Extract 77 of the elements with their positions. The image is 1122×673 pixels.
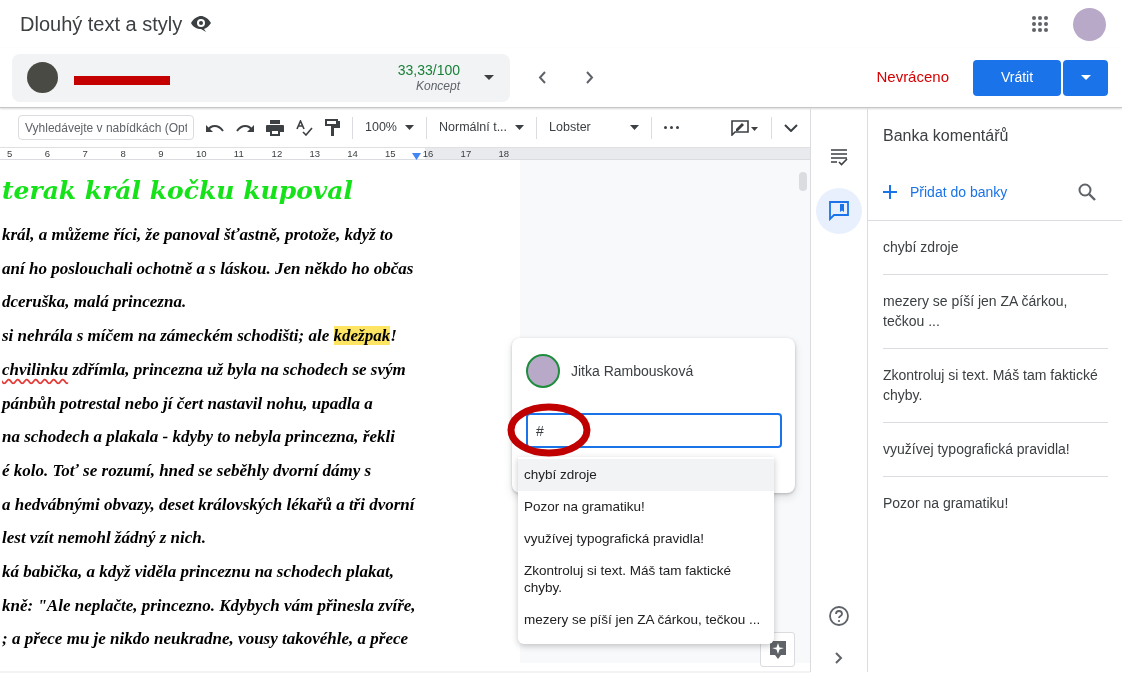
- comment-edit-icon[interactable]: [731, 119, 760, 136]
- ruler-number: 18: [498, 148, 509, 160]
- spellcheck-icon[interactable]: [296, 119, 313, 136]
- ruler-number: 11: [233, 148, 244, 160]
- text-line: ká babička, a když viděla princeznu na schodech plakat,: [2, 561, 395, 584]
- caret-icon: [515, 125, 525, 130]
- chevron-right-icon[interactable]: [835, 652, 843, 664]
- student-card[interactable]: 33,33/100 Koncept: [12, 53, 510, 102]
- commenter-name: Jitka Rambousková: [571, 361, 694, 381]
- text-line: dceruška, malá princezna.: [2, 291, 188, 314]
- ruler-number: 5: [7, 148, 13, 160]
- document-title: Dlouhý text a styly: [20, 12, 183, 37]
- suggestion-item[interactable]: mezery se píší jen ZA čárkou, tečkou ...: [518, 604, 774, 636]
- bank-comment[interactable]: chybí zdroje: [883, 221, 1108, 275]
- return-button[interactable]: Vrátit: [973, 59, 1061, 96]
- commenter-avatar: [526, 354, 560, 388]
- return-status: Nevráceno: [876, 67, 949, 88]
- add-to-bank-button[interactable]: Přidat do banky: [883, 181, 1008, 203]
- student-avatar: [27, 62, 58, 93]
- ruler-number: 13: [309, 148, 320, 160]
- text-line: é kolo. Toť se rozumí, hned se seběhly dvorní dámy s: [2, 459, 373, 482]
- style-dropdown[interactable]: Normální t...: [439, 118, 525, 137]
- document-heading: terak král kočku kupoval: [2, 175, 355, 207]
- paint-format-icon[interactable]: [325, 119, 340, 136]
- ruler-number: 16: [422, 148, 434, 160]
- ruler-number: 17: [460, 148, 472, 160]
- text-line: chvilinku zdřímla, princezna už byla na schodech se svým: [2, 358, 407, 381]
- panel-title: Banka komentářů: [883, 126, 1010, 146]
- caret-icon[interactable]: [484, 75, 494, 80]
- suggestion-item[interactable]: Pozor na gramatiku!: [518, 491, 774, 523]
- return-dropdown-button[interactable]: [1063, 59, 1108, 96]
- suggestion-item[interactable]: Zkontroluj si text. Máš tam faktické chyby.: [518, 555, 774, 604]
- text-line: na schodech a plakala - kdyby to nebyla princezna, řekli: [2, 426, 396, 449]
- eye-icon: [190, 15, 213, 33]
- help-icon[interactable]: [829, 606, 849, 626]
- bank-comment[interactable]: mezery se píší jen ZA čárkou, tečkou ...: [883, 275, 1108, 349]
- ruler-number: 14: [347, 148, 358, 160]
- suggestion-item[interactable]: chybí zdroje: [518, 459, 774, 491]
- search-icon[interactable]: [1078, 183, 1096, 201]
- caret-icon: [1080, 75, 1091, 80]
- apps-grid-icon[interactable]: [1031, 15, 1049, 33]
- print-icon[interactable]: [266, 119, 284, 136]
- bank-comment[interactable]: využívej typografická pravidla!: [883, 423, 1108, 477]
- chevron-down-icon[interactable]: [784, 123, 799, 132]
- draft-status: Koncept: [414, 78, 460, 94]
- text-line: lest vzít nemohl žádný z nich.: [2, 527, 208, 550]
- caret-icon: [405, 125, 414, 130]
- ruler-number: 12: [271, 148, 283, 160]
- menu-search-field[interactable]: Vyhledávejte v nabídkách (Opt: [18, 115, 194, 140]
- bank-comment[interactable]: Pozor na gramatiku!: [883, 477, 1108, 530]
- comment-bank-icon[interactable]: [816, 188, 862, 234]
- ruler-number: 9: [158, 148, 164, 160]
- undo-icon[interactable]: [206, 122, 224, 133]
- zoom-dropdown[interactable]: 100%: [365, 118, 414, 137]
- ruler-number: 10: [196, 148, 207, 160]
- suggestion-item[interactable]: využívej typografická pravidla!: [518, 523, 774, 555]
- grade-value: 33,33/100: [397, 61, 460, 79]
- ruler-number: 7: [82, 148, 88, 160]
- text-line: ; a přece mu je nikdo neukradne, vousy takovéhle, a přece: [2, 628, 410, 651]
- redo-icon[interactable]: [236, 122, 254, 133]
- font-dropdown[interactable]: Lobster: [549, 118, 640, 137]
- bank-comment[interactable]: Zkontroluj si text. Máš tam faktické chyby.: [883, 349, 1108, 423]
- scrollbar-thumb[interactable]: [799, 172, 807, 191]
- more-icon[interactable]: [664, 126, 680, 129]
- chevron-right-icon[interactable]: [586, 71, 594, 84]
- caret-icon: [630, 125, 640, 130]
- ruler-number: 6: [44, 148, 51, 160]
- comment-input-field[interactable]: #: [526, 413, 782, 448]
- ruler-number: 15: [385, 148, 396, 160]
- ruler-number: 8: [120, 148, 126, 160]
- text-line: kně: "Ale neplačte, princezno. Kdybych vám přinesla zvíře,: [2, 594, 417, 617]
- chevron-left-icon[interactable]: [538, 71, 546, 84]
- plus-icon: [883, 185, 897, 199]
- text-line: aní ho poslouchali ochotně a s láskou. Jen někdo ho občas: [2, 257, 415, 280]
- text-line: král, a můžeme říci, že panoval šťastně, protože, když to: [2, 224, 395, 246]
- text-line: a hedvábnými obvazy, deset královských lékařů a tři dvorní: [2, 493, 417, 516]
- text-line: pánbůh potrestal nebo jí čert nastavil nohu, upadla a: [2, 392, 374, 415]
